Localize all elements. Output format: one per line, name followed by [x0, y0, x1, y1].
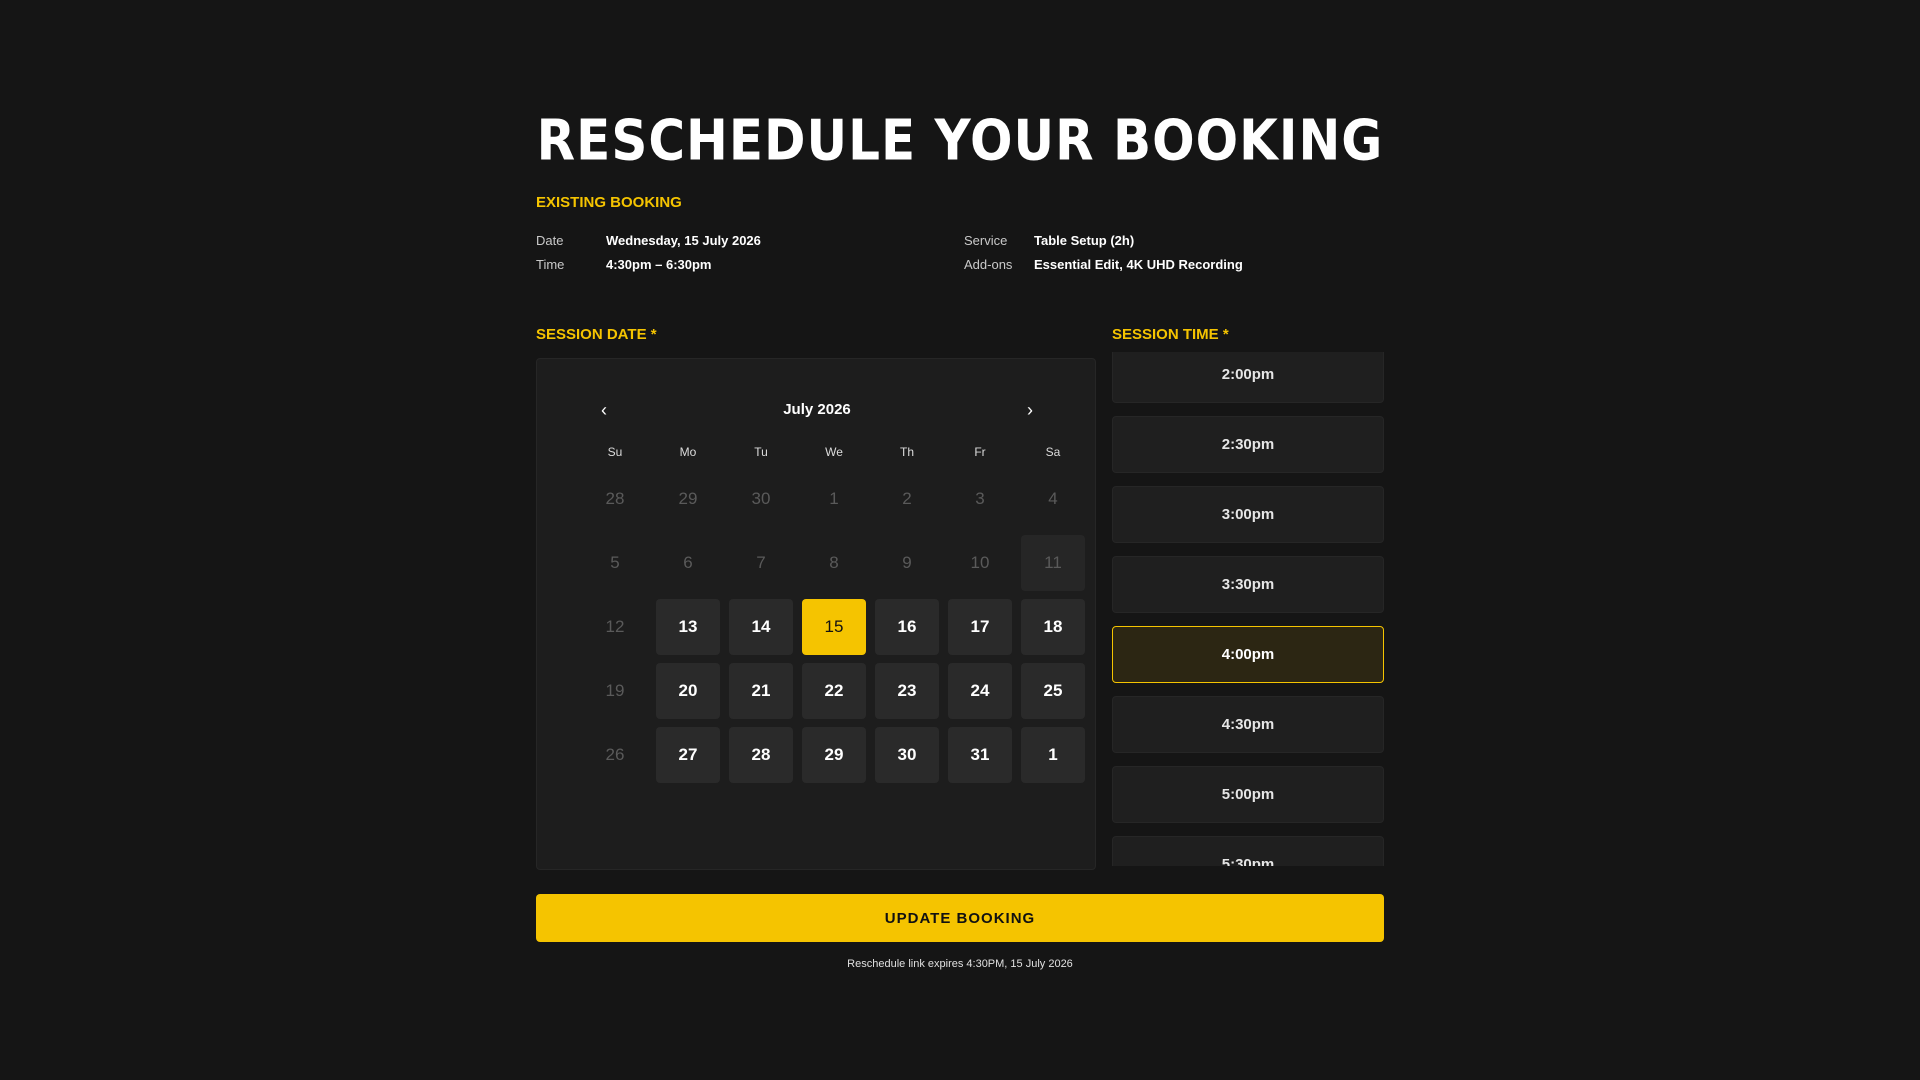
calendar-day: 1 [829, 489, 839, 508]
calendar-days-grid: 28 29 30 1 2 3 4 5 6 7 8 9 10 11 12 13 14 15 16 17 18 19 20 21 2… [583, 471, 1085, 783]
calendar-day: 11 [1021, 535, 1085, 591]
calendar-day[interactable]: 22 [802, 663, 866, 719]
calendar-day[interactable]: 24 [948, 663, 1012, 719]
page-title: RESCHEDULE YOUR BOOKING [536, 108, 1384, 173]
time-slot[interactable]: 5:00pm [1112, 766, 1384, 823]
calendar-day: 2 [902, 489, 912, 508]
calendar-day: 9 [902, 553, 912, 572]
calendar-day[interactable]: 14 [729, 599, 793, 655]
session-date-label: SESSION DATE * [536, 326, 657, 343]
calendar-day[interactable]: 29 [802, 727, 866, 783]
time-slot[interactable]: 2:00pm [1112, 352, 1384, 403]
existing-date-value: Wednesday, 15 July 2026 [606, 232, 761, 248]
existing-addons-key: Add-ons [964, 256, 1013, 272]
calendar-day[interactable]: 31 [948, 727, 1012, 783]
existing-booking-details-left: Date Wednesday, 15 July 2026 Time 4:30pm… [536, 228, 761, 276]
calendar-day: 28 [605, 489, 625, 508]
existing-time-row: Time 4:30pm – 6:30pm [536, 252, 761, 276]
calendar-day: 10 [970, 553, 990, 572]
calendar-day: 6 [683, 553, 693, 572]
calendar-day-selected[interactable]: 15 [802, 599, 866, 655]
calendar-day[interactable]: 28 [729, 727, 793, 783]
weekday-label: We [825, 445, 843, 459]
calendar-header: ‹ July 2026 › [589, 395, 1045, 425]
calendar-day: 12 [605, 617, 625, 636]
calendar-day: 8 [829, 553, 839, 572]
calendar-day: 5 [610, 553, 620, 572]
time-slot[interactable]: 4:30pm [1112, 696, 1384, 753]
calendar-day: 30 [751, 489, 771, 508]
calendar-day[interactable]: 16 [875, 599, 939, 655]
chevron-right-icon[interactable]: › [1015, 395, 1045, 425]
update-booking-button[interactable]: UPDATE BOOKING [536, 894, 1384, 942]
reschedule-page: RESCHEDULE YOUR BOOKING EXISTING BOOKING… [536, 0, 1384, 1080]
date-picker-calendar: ‹ July 2026 › Su Mo Tu We Th Fr Sa 28 29 30 1 2 3 4 5… [536, 358, 1096, 870]
existing-booking-details-right: Service Table Setup (2h) Add-ons Essenti… [964, 228, 1243, 276]
time-slot[interactable]: 2:30pm [1112, 416, 1384, 473]
calendar-day[interactable]: 23 [875, 663, 939, 719]
calendar-day[interactable]: 18 [1021, 599, 1085, 655]
calendar-day: 3 [975, 489, 985, 508]
time-slot[interactable]: 5:30pm [1112, 836, 1384, 866]
calendar-day: 29 [678, 489, 698, 508]
calendar-weekdays: Su Mo Tu We Th Fr Sa [583, 437, 1061, 467]
existing-service-row: Service Table Setup (2h) [964, 228, 1243, 252]
existing-time-key: Time [536, 256, 565, 272]
session-time-label: SESSION TIME * [1112, 326, 1229, 343]
calendar-day: 26 [605, 745, 625, 764]
existing-addons-row: Add-ons Essential Edit, 4K UHD Recording [964, 252, 1243, 276]
calendar-day[interactable]: 21 [729, 663, 793, 719]
calendar-day: 4 [1048, 489, 1058, 508]
weekday-label: Fr [974, 445, 986, 459]
time-slot-selected[interactable]: 4:00pm [1112, 626, 1384, 683]
calendar-day[interactable]: 30 [875, 727, 939, 783]
weekday-label: Su [607, 445, 623, 459]
existing-time-value: 4:30pm – 6:30pm [606, 256, 712, 272]
existing-date-key: Date [536, 232, 564, 248]
calendar-day[interactable]: 13 [656, 599, 720, 655]
calendar-day[interactable]: 27 [656, 727, 720, 783]
existing-service-value: Table Setup (2h) [1034, 232, 1135, 248]
calendar-month-label: July 2026 [783, 401, 851, 418]
existing-date-row: Date Wednesday, 15 July 2026 [536, 228, 761, 252]
calendar-day[interactable]: 20 [656, 663, 720, 719]
existing-service-key: Service [964, 232, 1008, 248]
weekday-label: Th [899, 445, 914, 459]
calendar-day[interactable]: 1 [1021, 727, 1085, 783]
existing-booking-label: EXISTING BOOKING [536, 194, 682, 211]
weekday-label: Mo [679, 445, 697, 459]
weekday-label: Sa [1045, 445, 1061, 459]
session-time-list[interactable]: 2:00pm 2:30pm 3:00pm 3:30pm 4:00pm 4:30pm 5:00… [1112, 352, 1384, 866]
calendar-day: 19 [605, 681, 625, 700]
time-slot[interactable]: 3:30pm [1112, 556, 1384, 613]
weekday-label: Tu [754, 445, 768, 459]
existing-addons-value: Essential Edit, 4K UHD Recording [1034, 256, 1243, 272]
calendar-day: 7 [756, 553, 766, 572]
calendar-day[interactable]: 17 [948, 599, 1012, 655]
reschedule-expiry-note: Reschedule link expires 4:30PM, 15 July … [847, 958, 1073, 970]
calendar-day[interactable]: 25 [1021, 663, 1085, 719]
time-slot[interactable]: 3:00pm [1112, 486, 1384, 543]
